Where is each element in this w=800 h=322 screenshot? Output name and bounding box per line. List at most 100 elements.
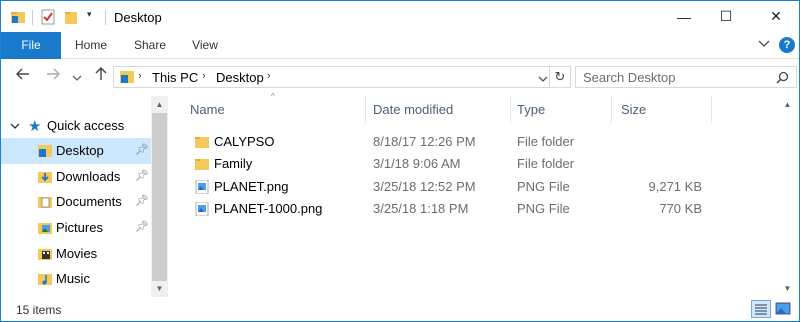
pin-icon[interactable]: 📌︎ — [135, 194, 149, 207]
toolbar-separator — [32, 10, 33, 25]
file-row[interactable]: PLANET.png 3/25/18 12:52 PM PNG File 9,2… — [184, 176, 796, 198]
breadcrumb-desktop[interactable]: Desktop — [216, 70, 264, 85]
details-view-button[interactable] — [751, 300, 771, 318]
sidebar-item-label: Movies — [56, 246, 98, 261]
folder-icon[interactable] — [10, 9, 26, 28]
file-row[interactable]: CALYPSO 8/18/17 12:26 PM File folder — [184, 131, 796, 153]
file-type: File folder — [517, 156, 575, 171]
address-bar[interactable]: › This PC › Desktop › — [113, 66, 571, 88]
refresh-icon: ↻ — [554, 69, 566, 84]
sidebar-item-label: Downloads — [56, 169, 121, 184]
image-file-icon — [195, 201, 209, 217]
address-row: › This PC › Desktop › ↻ Search Desktop — [1, 59, 799, 96]
file-type: PNG File — [517, 201, 570, 216]
sidebar-item-documents[interactable]: Documents 📌︎ — [1, 189, 151, 215]
scrollbar-thumb[interactable] — [152, 113, 167, 281]
customize-dropdown-icon[interactable]: ▾ — [87, 9, 92, 20]
downloads-folder-icon — [38, 170, 52, 184]
refresh-button[interactable]: ↻ — [549, 66, 571, 88]
folder-icon — [195, 135, 209, 149]
navigation-scrollbar[interactable]: ▲ ▼ — [151, 96, 168, 297]
column-divider[interactable] — [365, 96, 366, 123]
sidebar-item-movies[interactable]: Movies — [1, 241, 151, 267]
address-dropdown-icon[interactable] — [538, 73, 548, 87]
file-size: 770 KB — [659, 201, 702, 216]
sidebar-item-label: Documents — [56, 194, 122, 209]
column-header-type[interactable]: Type — [511, 96, 611, 123]
desktop-folder-icon — [38, 144, 52, 158]
quick-access-label: Quick access — [47, 118, 125, 133]
sidebar-item-label: Music — [56, 271, 90, 286]
file-list-scrollbar[interactable]: ▲ ▼ — [779, 96, 796, 297]
sidebar-item-desktop[interactable]: Desktop 📌︎ — [1, 138, 151, 164]
sidebar-item-music[interactable]: Music — [1, 266, 151, 292]
ribbon: File Home Share View ? — [1, 32, 799, 59]
window-title: Desktop — [114, 10, 162, 25]
large-icons-view-button[interactable] — [774, 300, 794, 318]
search-icon[interactable] — [776, 71, 789, 87]
up-arrow-icon[interactable] — [91, 67, 111, 85]
toolbar-separator — [105, 10, 106, 25]
file-row[interactable]: Family 3/1/18 9:06 AM File folder — [184, 153, 796, 175]
star-icon: ★ — [28, 118, 42, 135]
column-header-name[interactable]: Name — [184, 96, 365, 123]
file-name: Family — [214, 156, 253, 171]
minimize-button[interactable]: — — [661, 1, 707, 32]
tab-share[interactable]: Share — [126, 32, 174, 59]
column-header-date-modified[interactable]: Date modified — [367, 96, 508, 123]
breadcrumb-chevron-icon[interactable]: › — [267, 70, 271, 82]
details-view-icon — [755, 304, 767, 315]
search-input[interactable]: Search Desktop — [575, 66, 797, 88]
expand-chevron-icon[interactable] — [10, 120, 20, 134]
scroll-up-arrow-icon[interactable]: ▲ — [779, 96, 796, 113]
file-row[interactable]: PLANET-1000.png 3/25/18 1:18 PM PNG File… — [184, 198, 796, 220]
file-size: 9,271 KB — [648, 179, 703, 194]
new-folder-icon[interactable] — [63, 9, 79, 28]
help-icon[interactable]: ? — [779, 37, 795, 53]
sidebar-item-downloads[interactable]: Downloads 📌︎ — [1, 164, 151, 190]
explorer-window: ▾ Desktop — ☐ ✕ File Home Share View ? ›… — [0, 0, 800, 322]
large-icons-view-icon — [775, 302, 791, 315]
scroll-down-arrow-icon[interactable]: ▼ — [151, 280, 168, 297]
recent-locations-chevron-icon[interactable] — [67, 70, 87, 87]
properties-icon[interactable] — [40, 9, 56, 28]
scroll-down-arrow-icon[interactable]: ▼ — [779, 280, 796, 297]
file-name: CALYPSO — [214, 134, 275, 149]
file-date: 8/18/17 12:26 PM — [373, 134, 476, 149]
scroll-up-arrow-icon[interactable]: ▲ — [151, 96, 168, 113]
folder-icon — [195, 157, 209, 171]
sidebar-item-pictures[interactable]: Pictures 📌︎ — [1, 215, 151, 241]
column-divider[interactable] — [711, 96, 712, 123]
breadcrumb-this-pc[interactable]: This PC — [152, 70, 198, 85]
close-button[interactable]: ✕ — [753, 1, 799, 32]
breadcrumb-chevron-icon[interactable]: › — [138, 70, 142, 82]
maximize-button[interactable]: ☐ — [703, 1, 749, 32]
title-bar: ▾ Desktop — ☐ ✕ — [1, 1, 799, 32]
pin-icon[interactable]: 📌︎ — [135, 220, 149, 233]
tab-home[interactable]: Home — [67, 32, 115, 59]
file-date: 3/25/18 1:18 PM — [373, 201, 469, 216]
forward-arrow-icon[interactable] — [43, 67, 63, 85]
file-name: PLANET.png — [214, 179, 289, 194]
quick-access-item[interactable]: ★ Quick access — [1, 113, 151, 139]
column-header-size[interactable]: Size — [615, 96, 707, 123]
tab-file[interactable]: File — [1, 32, 61, 59]
ribbon-expand-icon[interactable] — [758, 38, 770, 53]
sidebar-item-label: Pictures — [56, 220, 103, 235]
file-type: PNG File — [517, 179, 570, 194]
pin-icon[interactable]: 📌︎ — [135, 169, 149, 182]
status-bar: 15 items — [1, 297, 799, 321]
column-divider[interactable] — [611, 96, 612, 123]
search-placeholder: Search Desktop — [583, 70, 676, 85]
image-file-icon — [195, 179, 209, 195]
breadcrumb-chevron-icon[interactable]: › — [202, 70, 206, 82]
file-type: File folder — [517, 134, 575, 149]
sidebar-item-label: Desktop — [56, 143, 104, 158]
file-date: 3/25/18 12:52 PM — [373, 179, 476, 194]
documents-folder-icon — [38, 195, 52, 209]
back-arrow-icon[interactable] — [13, 67, 33, 85]
desktop-folder-icon — [119, 70, 135, 87]
file-name: PLANET-1000.png — [214, 201, 323, 216]
pin-icon[interactable]: 📌︎ — [135, 143, 149, 156]
tab-view[interactable]: View — [182, 32, 228, 59]
